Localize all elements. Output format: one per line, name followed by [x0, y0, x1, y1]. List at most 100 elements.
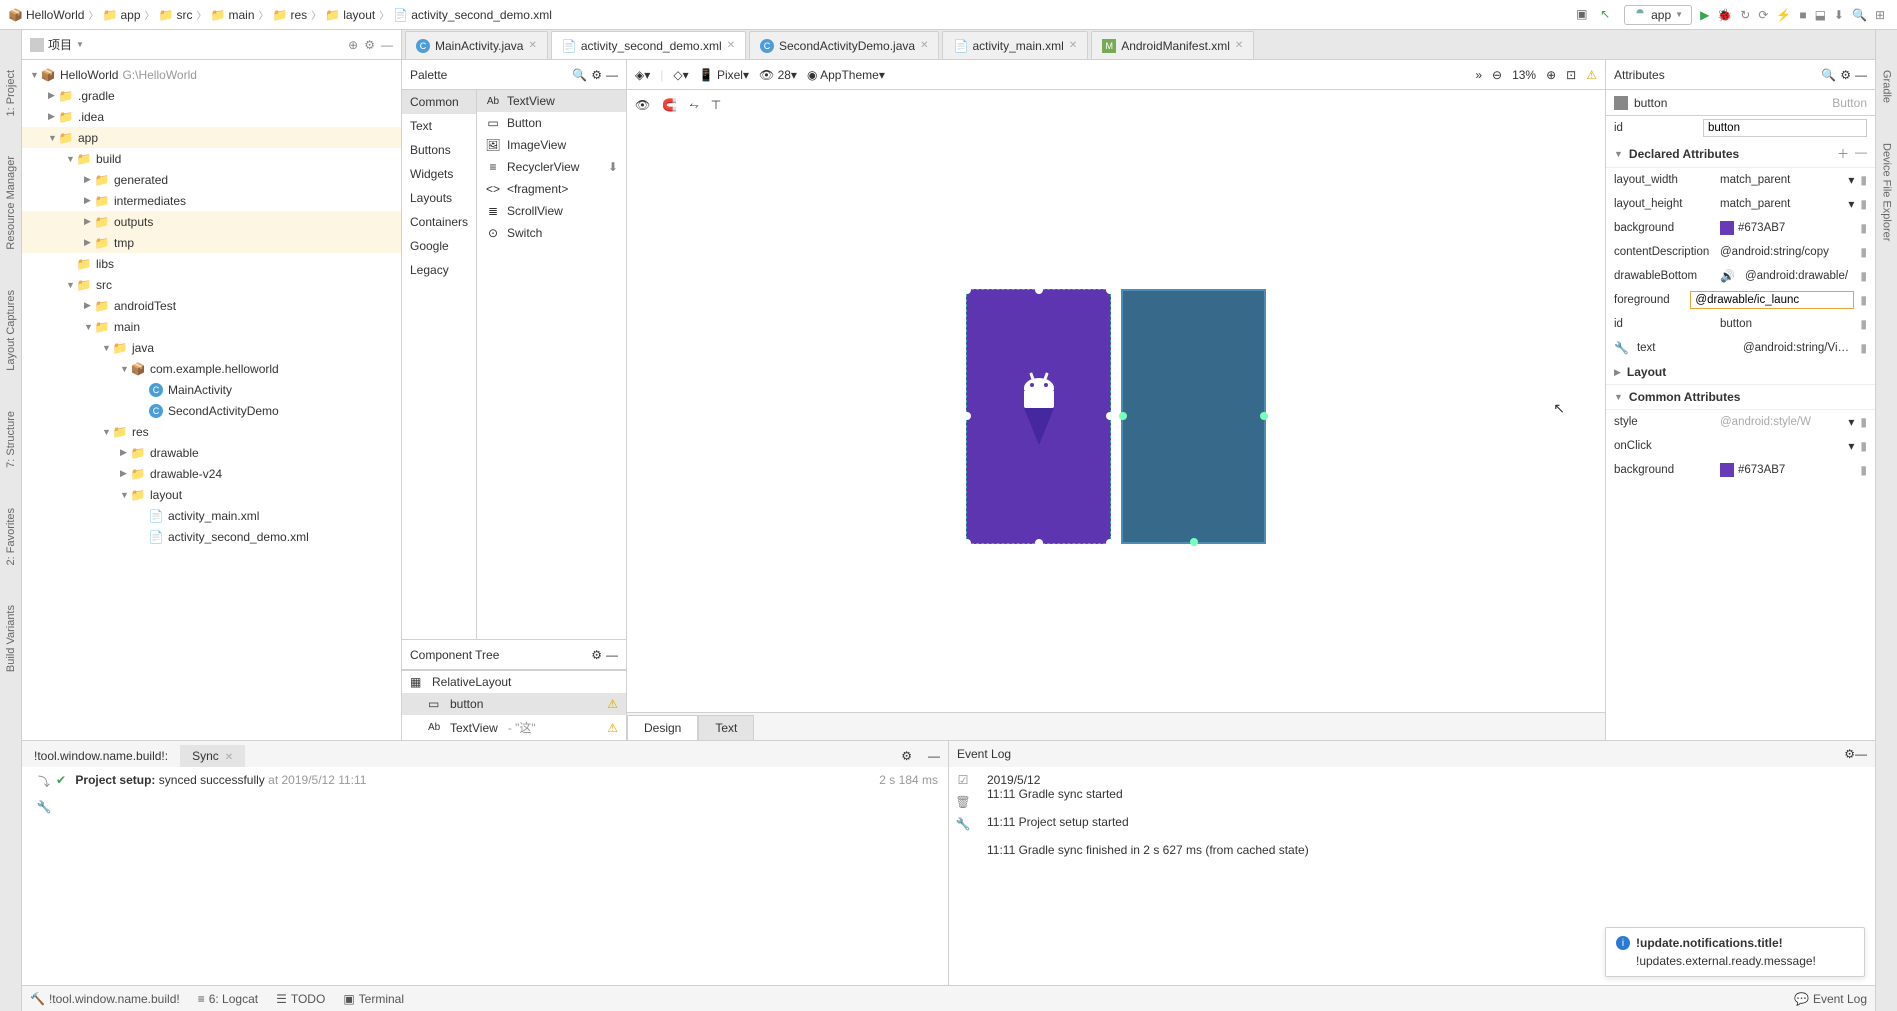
- tree-item[interactable]: ▶📁.gradle: [22, 85, 401, 106]
- tree-item[interactable]: ▼📁src: [22, 274, 401, 295]
- tree-item[interactable]: ▼📁res: [22, 421, 401, 442]
- project-dropdown[interactable]: 项目 ▼: [30, 36, 84, 53]
- right-tab-gradle[interactable]: Gradle: [1881, 70, 1893, 103]
- attr-foreground-input[interactable]: [1690, 291, 1854, 309]
- palette-category[interactable]: Google: [402, 234, 476, 258]
- attr-drawable-bottom[interactable]: @android:drawable/: [1745, 270, 1854, 282]
- editor-tab[interactable]: CSecondActivityDemo.java✕: [749, 31, 939, 59]
- collapse-icon[interactable]: —: [1855, 747, 1867, 761]
- component-tree-item[interactable]: ▦RelativeLayout: [402, 671, 626, 693]
- device-dropdown[interactable]: 📱 Pixel▾: [699, 68, 749, 82]
- attr-background2[interactable]: #673AB7: [1720, 463, 1854, 477]
- chevron-icon[interactable]: ▼: [66, 280, 76, 290]
- chevron-icon[interactable]: ▶: [120, 468, 130, 479]
- editor-tab[interactable]: 📄activity_main.xml✕: [942, 31, 1088, 59]
- build-tab-build[interactable]: !tool.window.name.build!:: [22, 745, 180, 767]
- breadcrumb-item[interactable]: 📁main: [211, 8, 255, 22]
- avd-icon[interactable]: ⬓: [1815, 8, 1826, 22]
- editor-tab[interactable]: MAndroidManifest.xml✕: [1091, 31, 1254, 59]
- structure-icon[interactable]: ⊞: [1875, 8, 1885, 22]
- tree-item[interactable]: ▼📦com.example.helloworld: [22, 358, 401, 379]
- coverage-icon[interactable]: ↻: [1740, 8, 1750, 22]
- breadcrumb-item[interactable]: 📦HelloWorld: [8, 8, 84, 22]
- tree-item[interactable]: ▼📁app: [22, 127, 401, 148]
- collapse-icon[interactable]: —: [381, 38, 393, 52]
- align-icon[interactable]: ⥊: [689, 98, 699, 113]
- attr-id-input[interactable]: [1703, 119, 1867, 137]
- debug-icon[interactable]: 🐞: [1717, 8, 1732, 22]
- collapse-icon[interactable]: —: [1855, 68, 1867, 82]
- add-icon[interactable]: ＋: [1837, 145, 1849, 162]
- search-icon[interactable]: 🔍: [572, 68, 587, 82]
- text-tab[interactable]: Text: [698, 715, 754, 740]
- magnet-icon[interactable]: 🧲: [662, 98, 677, 112]
- tree-item[interactable]: ▶📁drawable: [22, 442, 401, 463]
- breadcrumb-item[interactable]: 📁src: [159, 8, 193, 22]
- blueprint-surface[interactable]: [1121, 289, 1266, 544]
- close-icon[interactable]: ✕: [528, 40, 536, 51]
- chevron-down-icon[interactable]: ▼: [1614, 149, 1623, 159]
- left-tab-favorites[interactable]: 2: Favorites: [5, 508, 17, 565]
- close-icon[interactable]: ✕: [1069, 40, 1077, 51]
- orientation-dropdown[interactable]: ◇▾: [673, 68, 688, 82]
- component-tree-item[interactable]: ▭button⚠: [402, 693, 626, 715]
- chevron-down-icon[interactable]: ▼: [1614, 392, 1623, 402]
- palette-item[interactable]: ≡RecyclerView⬇: [477, 156, 626, 178]
- dropdown-icon[interactable]: ▾: [1848, 415, 1854, 429]
- tree-item[interactable]: 📄activity_main.xml: [22, 505, 401, 526]
- download-icon[interactable]: ⬇: [608, 160, 618, 174]
- palette-category[interactable]: Containers: [402, 210, 476, 234]
- profiler-icon[interactable]: ⟳: [1758, 8, 1768, 22]
- notification-popup[interactable]: i!update.notifications.title! !updates.e…: [1605, 927, 1865, 977]
- chevron-icon[interactable]: ▶: [48, 90, 58, 101]
- remove-icon[interactable]: —: [1855, 145, 1867, 162]
- exit-icon[interactable]: ▣: [1576, 7, 1592, 23]
- run-config-dropdown[interactable]: app ▼: [1624, 5, 1692, 25]
- design-tab[interactable]: Design: [627, 715, 698, 740]
- bottom-build[interactable]: 🔨 !tool.window.name.build!: [30, 992, 180, 1006]
- palette-item[interactable]: <><fragment>: [477, 178, 626, 200]
- palette-item[interactable]: ⊙Switch: [477, 222, 626, 244]
- left-tab-resmgr[interactable]: Resource Manager: [5, 156, 17, 250]
- chevron-icon[interactable]: ▶: [84, 300, 94, 311]
- palette-category[interactable]: Text: [402, 114, 476, 138]
- tree-item[interactable]: 📁libs: [22, 253, 401, 274]
- dropdown-icon[interactable]: ▾: [1848, 173, 1854, 187]
- chevron-icon[interactable]: ▼: [84, 322, 94, 332]
- chevron-icon[interactable]: ▶: [84, 237, 94, 248]
- attach-icon[interactable]: ⚡: [1776, 8, 1791, 22]
- zoom-fit-icon[interactable]: ⊡: [1566, 68, 1576, 82]
- attr-text[interactable]: @android:string/Video: [1743, 342, 1854, 354]
- right-tab-devfile[interactable]: Device File Explorer: [1881, 143, 1893, 241]
- collapse-icon[interactable]: —: [606, 648, 618, 662]
- chevron-icon[interactable]: ▼: [30, 70, 40, 80]
- attr-layout-width[interactable]: match_parent: [1720, 174, 1842, 186]
- gear-icon[interactable]: ⚙: [893, 745, 920, 767]
- more-icon[interactable]: ⊤: [711, 98, 721, 112]
- gear-icon[interactable]: ⚙: [591, 648, 602, 662]
- zoom-out-icon[interactable]: ⊖: [1492, 68, 1502, 82]
- tree-item[interactable]: ▶📁androidTest: [22, 295, 401, 316]
- sync-tree-icon[interactable]: ⤵: [38, 773, 50, 790]
- chevron-icon[interactable]: ▼: [102, 343, 112, 353]
- wrench-icon[interactable]: 🔧: [37, 800, 52, 814]
- attr-content-desc[interactable]: @android:string/copy: [1720, 246, 1854, 258]
- chevron-icon[interactable]: ▼: [66, 154, 76, 164]
- chevron-icon[interactable]: ▶: [120, 447, 130, 458]
- design-surface[interactable]: [966, 289, 1111, 544]
- attr-id2[interactable]: button: [1720, 318, 1854, 330]
- attr-style[interactable]: @android:style/W: [1720, 416, 1842, 428]
- attr-background[interactable]: #673AB7: [1720, 221, 1854, 235]
- palette-category[interactable]: Buttons: [402, 138, 476, 162]
- gear-icon[interactable]: ⚙: [1844, 747, 1855, 761]
- more-icon[interactable]: »: [1475, 68, 1482, 82]
- collapse-icon[interactable]: —: [606, 68, 618, 82]
- breadcrumb-item[interactable]: 📁app: [102, 8, 140, 22]
- breadcrumb-item[interactable]: 📄activity_second_demo.xml: [393, 8, 552, 22]
- chevron-icon[interactable]: ▼: [48, 133, 58, 143]
- search-icon[interactable]: 🔍: [1852, 8, 1867, 22]
- chevron-right-icon[interactable]: ▶: [1614, 367, 1621, 378]
- tree-item[interactable]: ▶📁generated: [22, 169, 401, 190]
- build-tab-sync[interactable]: Sync✕: [180, 745, 245, 767]
- gear-icon[interactable]: ⚙: [591, 68, 602, 82]
